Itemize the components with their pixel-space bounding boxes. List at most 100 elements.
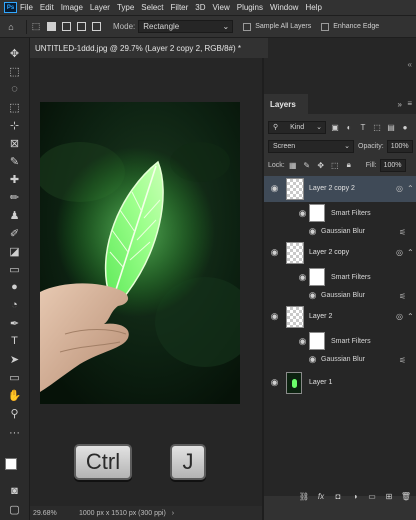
menu-edit[interactable]: Edit bbox=[40, 3, 54, 12]
home-icon[interactable]: ⌂ bbox=[6, 22, 16, 32]
layer-name[interactable]: Layer 2 copy bbox=[309, 249, 349, 256]
visibility-eye-icon[interactable]: ◉ bbox=[270, 311, 279, 321]
mode-select[interactable]: Rectangle ⌄ bbox=[138, 20, 234, 33]
blend-mode-select[interactable]: Screen ⌄ bbox=[268, 139, 354, 153]
visibility-eye-icon[interactable]: ◉ bbox=[308, 290, 317, 300]
visibility-eye-icon[interactable]: ◉ bbox=[270, 377, 279, 387]
visibility-eye-icon[interactable]: ◉ bbox=[298, 272, 307, 282]
add-selection-icon[interactable] bbox=[62, 22, 71, 31]
lock-transparent-icon[interactable]: ▦ bbox=[288, 160, 298, 170]
gradient-tool-icon[interactable]: ▭ bbox=[7, 262, 22, 276]
adjustment-icon[interactable]: ◑ bbox=[349, 490, 361, 502]
menu-select[interactable]: Select bbox=[141, 3, 163, 12]
lock-position-icon[interactable]: ✥ bbox=[316, 160, 326, 170]
panel-menu-icon[interactable]: ≡ bbox=[407, 99, 412, 108]
chevron-right-icon[interactable]: › bbox=[172, 510, 174, 517]
visibility-eye-icon[interactable]: ◉ bbox=[298, 336, 307, 346]
layer-name[interactable]: Layer 1 bbox=[309, 379, 332, 386]
pixel-filter-icon[interactable]: ▣ bbox=[330, 122, 340, 132]
menu-file[interactable]: File bbox=[20, 3, 33, 12]
more-tools-icon[interactable]: ··· bbox=[7, 426, 22, 440]
document-canvas[interactable] bbox=[40, 102, 240, 404]
new-layer-icon[interactable]: ⊞ bbox=[383, 490, 395, 502]
layer-row[interactable]: ◉ Layer 2 copy ◎ ⌃ bbox=[264, 240, 416, 266]
rectangle-tool-icon[interactable]: ▭ bbox=[7, 370, 22, 384]
link-icon[interactable]: ⛓ bbox=[298, 490, 310, 502]
eraser-tool-icon[interactable]: ◪ bbox=[7, 244, 22, 258]
hand-tool-icon[interactable]: ✋ bbox=[7, 388, 22, 402]
collapse-panel-icon[interactable]: » bbox=[398, 100, 402, 109]
intersect-selection-icon[interactable] bbox=[92, 22, 101, 31]
filter-row[interactable]: ◉ Gaussian Blur ⚟ bbox=[264, 288, 416, 304]
layers-tab[interactable]: Layers bbox=[264, 94, 308, 114]
group-icon[interactable]: ▭ bbox=[366, 490, 378, 502]
object-selection-tool-icon[interactable]: ⬚ bbox=[7, 100, 22, 114]
lock-all-icon[interactable]: 🔒︎ bbox=[344, 160, 354, 170]
type-tool-icon[interactable]: T bbox=[7, 334, 22, 348]
visibility-eye-icon[interactable]: ◉ bbox=[270, 183, 279, 193]
subtract-selection-icon[interactable] bbox=[77, 22, 86, 31]
mask-icon[interactable]: ◘ bbox=[332, 490, 344, 502]
chevron-up-icon[interactable]: ⌃ bbox=[407, 184, 414, 193]
frame-tool-icon[interactable]: ⊠ bbox=[7, 136, 22, 150]
chevron-up-icon[interactable]: ⌃ bbox=[407, 312, 414, 321]
filter-options-icon[interactable]: ⚟ bbox=[399, 228, 406, 237]
menu-plugins[interactable]: Plugins bbox=[237, 3, 263, 12]
tool-preset-icon[interactable]: ⬚ bbox=[31, 21, 41, 32]
dodge-tool-icon[interactable]: ◔ bbox=[7, 298, 22, 312]
layer-name[interactable]: Layer 2 bbox=[309, 313, 332, 320]
screen-mode-icon[interactable]: ▢ bbox=[7, 502, 22, 516]
brush-tool-icon[interactable]: ✏ bbox=[7, 190, 22, 204]
blur-tool-icon[interactable]: ● bbox=[7, 280, 22, 294]
eyedropper-tool-icon[interactable]: ✎ bbox=[7, 154, 22, 168]
filter-options-icon[interactable]: ⚟ bbox=[399, 292, 406, 301]
quick-mask-icon[interactable]: ◙ bbox=[7, 484, 22, 498]
shape-filter-icon[interactable]: ⬚ bbox=[372, 122, 382, 132]
lock-artboard-icon[interactable]: ⬚ bbox=[330, 160, 340, 170]
filter-toggle-icon[interactable]: ● bbox=[400, 122, 410, 132]
filter-row[interactable]: ◉ Gaussian Blur ⚟ bbox=[264, 352, 416, 368]
enhance-edge-checkbox[interactable] bbox=[321, 22, 330, 31]
sample-all-layers-checkbox[interactable] bbox=[243, 22, 252, 31]
document-tab[interactable]: UNTITLED-1ddd.jpg @ 29.7% (Layer 2 copy … bbox=[30, 38, 268, 58]
filter-kind-select[interactable]: ⚲ Kind ⌄ bbox=[268, 120, 326, 134]
trash-icon[interactable]: 🗑︎ bbox=[400, 490, 412, 502]
opacity-field[interactable]: 100% bbox=[386, 139, 413, 153]
visibility-eye-icon[interactable]: ◉ bbox=[308, 354, 317, 364]
collapse-icon[interactable]: « bbox=[408, 60, 412, 69]
smart-object-filter-icon[interactable]: ▤ bbox=[386, 122, 396, 132]
layer-row[interactable]: ◉ Layer 2 copy 2 ◎ ⌃ bbox=[264, 176, 416, 202]
filter-options-icon[interactable]: ⚟ bbox=[399, 356, 406, 365]
layer-row[interactable]: ◉ Layer 1 bbox=[264, 370, 416, 396]
menu-help[interactable]: Help bbox=[305, 3, 321, 12]
healing-brush-tool-icon[interactable]: ✚ bbox=[7, 172, 22, 186]
zoom-tool-icon[interactable]: ⚲ bbox=[7, 406, 22, 420]
layer-name[interactable]: Layer 2 copy 2 bbox=[309, 185, 355, 192]
visibility-eye-icon[interactable]: ◉ bbox=[270, 247, 279, 257]
smart-filters-row[interactable]: ◉ Smart Filters bbox=[264, 266, 416, 288]
smart-filters-row[interactable]: ◉ Smart Filters bbox=[264, 202, 416, 224]
menu-view[interactable]: View bbox=[213, 3, 230, 12]
zoom-level[interactable]: 29.68% bbox=[33, 510, 73, 517]
crop-tool-icon[interactable]: ⊹ bbox=[7, 118, 22, 132]
filter-row[interactable]: ◉ Gaussian Blur ⚟ bbox=[264, 224, 416, 240]
menu-3d[interactable]: 3D bbox=[195, 3, 205, 12]
menu-type[interactable]: Type bbox=[117, 3, 134, 12]
type-filter-icon[interactable]: T bbox=[358, 122, 368, 132]
fill-field[interactable]: 100% bbox=[379, 158, 406, 172]
visibility-eye-icon[interactable]: ◉ bbox=[308, 226, 317, 236]
lock-image-icon[interactable]: ✎ bbox=[302, 160, 312, 170]
canvas-area[interactable]: Ctrl + J bbox=[30, 58, 262, 506]
lasso-tool-icon[interactable]: ◌ bbox=[7, 82, 22, 96]
menu-window[interactable]: Window bbox=[270, 3, 298, 12]
pen-tool-icon[interactable]: ✒ bbox=[7, 316, 22, 330]
path-selection-tool-icon[interactable]: ➤ bbox=[7, 352, 22, 366]
move-tool-icon[interactable]: ✥ bbox=[7, 46, 22, 60]
artboard-tool-icon[interactable]: ⬚ bbox=[7, 64, 22, 78]
adjustment-filter-icon[interactable]: ◐ bbox=[344, 122, 354, 132]
smart-filters-row[interactable]: ◉ Smart Filters bbox=[264, 330, 416, 352]
layer-row[interactable]: ◉ Layer 2 ◎ ⌃ bbox=[264, 304, 416, 330]
fx-icon[interactable]: fx bbox=[315, 490, 327, 502]
clone-stamp-tool-icon[interactable]: ♟ bbox=[7, 208, 22, 222]
visibility-eye-icon[interactable]: ◉ bbox=[298, 208, 307, 218]
